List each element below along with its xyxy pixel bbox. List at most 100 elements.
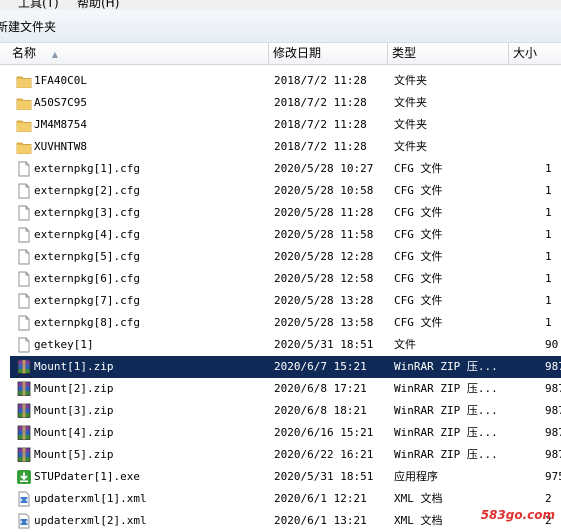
- file-type: CFG 文件: [394, 228, 443, 241]
- file-type: CFG 文件: [394, 294, 443, 307]
- file-type: XML 文档: [394, 514, 443, 527]
- file-type: 文件: [394, 338, 416, 351]
- file-row[interactable]: externpkg[6].cfg 2020/5/28 12:58 CFG 文件 1: [10, 268, 561, 290]
- file-name: externpkg[8].cfg: [34, 316, 140, 329]
- file-date: 2018/7/2 11:28: [274, 96, 367, 109]
- column-date-header[interactable]: 修改日期: [269, 43, 388, 64]
- file-type: WinRAR ZIP 压...: [394, 360, 498, 373]
- file-icon: [16, 293, 32, 309]
- column-name-header[interactable]: 名称 ▲: [8, 43, 269, 64]
- new-folder-button[interactable]: 新建文件夹: [0, 18, 56, 35]
- file-size: 987: [545, 426, 561, 439]
- file-type: CFG 文件: [394, 316, 443, 329]
- file-type: 文件夹: [394, 118, 427, 131]
- file-row[interactable]: 1FA40C0L 2018/7/2 11:28 文件夹: [10, 70, 561, 92]
- file-type: XML 文档: [394, 492, 443, 505]
- file-type: CFG 文件: [394, 250, 443, 263]
- menu-tools[interactable]: 工具(T): [18, 0, 59, 10]
- file-name: STUPdater[1].exe: [34, 470, 140, 483]
- file-size: 1: [545, 162, 552, 175]
- file-date: 2020/5/28 13:58: [274, 316, 374, 329]
- file-row[interactable]: updaterxml[1].xml 2020/6/1 12:21 XML 文档 2: [10, 488, 561, 510]
- file-name: JM4M8754: [34, 118, 87, 131]
- file-icon: [16, 205, 32, 221]
- file-size: 1: [545, 250, 552, 263]
- folder-icon: [16, 95, 32, 111]
- file-date: 2020/5/28 12:28: [274, 250, 374, 263]
- file-date: 2020/5/31 18:51: [274, 338, 374, 351]
- file-name: XUVHNTW8: [34, 140, 87, 153]
- winrar-icon: [16, 381, 32, 397]
- xml-icon: [16, 513, 32, 529]
- file-row[interactable]: externpkg[3].cfg 2020/5/28 11:28 CFG 文件 1: [10, 202, 561, 224]
- file-row[interactable]: XUVHNTW8 2018/7/2 11:28 文件夹: [10, 136, 561, 158]
- column-size-label: 大小: [513, 46, 538, 60]
- file-type: CFG 文件: [394, 272, 443, 285]
- column-type-label: 类型: [392, 46, 417, 60]
- file-size: 1: [545, 316, 552, 329]
- file-row[interactable]: Mount[5].zip 2020/6/22 16:21 WinRAR ZIP 压.…: [10, 444, 561, 466]
- file-name: getkey[1]: [34, 338, 94, 351]
- file-icon: [16, 161, 32, 177]
- file-size: 2: [545, 492, 552, 505]
- file-row[interactable]: Mount[2].zip 2020/6/8 17:21 WinRAR ZIP 压..…: [10, 378, 561, 400]
- file-name: A50S7C95: [34, 96, 87, 109]
- file-row[interactable]: getkey[1] 2020/5/31 18:51 文件 90: [10, 334, 561, 356]
- file-row[interactable]: Mount[1].zip 2020/6/7 15:21 WinRAR ZIP 压..…: [10, 356, 561, 378]
- folder-icon: [16, 139, 32, 155]
- file-date: 2020/6/16 15:21: [274, 426, 374, 439]
- file-row[interactable]: externpkg[5].cfg 2020/5/28 12:28 CFG 文件 1: [10, 246, 561, 268]
- file-row[interactable]: updaterxml[2].xml 2020/6/1 13:21 XML 文档 2: [10, 510, 561, 532]
- file-row[interactable]: Mount[3].zip 2020/6/8 18:21 WinRAR ZIP 压..…: [10, 400, 561, 422]
- file-date: 2020/6/22 16:21: [274, 448, 374, 461]
- menu-help[interactable]: 帮助(H): [77, 0, 119, 10]
- file-row[interactable]: A50S7C95 2018/7/2 11:28 文件夹: [10, 92, 561, 114]
- file-name: externpkg[7].cfg: [34, 294, 140, 307]
- file-row[interactable]: externpkg[1].cfg 2020/5/28 10:27 CFG 文件 1: [10, 158, 561, 180]
- file-size: 987: [545, 382, 561, 395]
- file-size: 1: [545, 228, 552, 241]
- file-date: 2020/6/1 13:21: [274, 514, 367, 527]
- file-type: CFG 文件: [394, 162, 443, 175]
- winrar-icon: [16, 359, 32, 375]
- folder-icon: [16, 117, 32, 133]
- file-date: 2020/6/7 15:21: [274, 360, 367, 373]
- file-icon: [16, 271, 32, 287]
- file-row[interactable]: Mount[4].zip 2020/6/16 15:21 WinRAR ZIP 压.…: [10, 422, 561, 444]
- file-name: 1FA40C0L: [34, 74, 87, 87]
- file-name: updaterxml[1].xml: [34, 492, 147, 505]
- file-name: Mount[2].zip: [34, 382, 114, 395]
- file-name: updaterxml[2].xml: [34, 514, 147, 527]
- file-date: 2020/5/28 12:58: [274, 272, 374, 285]
- file-name: Mount[4].zip: [34, 426, 114, 439]
- file-date: 2018/7/2 11:28: [274, 140, 367, 153]
- file-row[interactable]: externpkg[8].cfg 2020/5/28 13:58 CFG 文件 1: [10, 312, 561, 334]
- file-type: 文件夹: [394, 96, 427, 109]
- file-list: 1FA40C0L 2018/7/2 11:28 文件夹 A50S7C95 2018/7/…: [0, 65, 561, 532]
- file-date: 2020/5/28 11:28: [274, 206, 374, 219]
- file-row[interactable]: externpkg[4].cfg 2020/5/28 11:58 CFG 文件 1: [10, 224, 561, 246]
- file-icon: [16, 183, 32, 199]
- sort-ascending-icon: ▲: [51, 50, 58, 59]
- file-icon: [16, 337, 32, 353]
- menu-bar: 工具(T) 帮助(H): [0, 0, 561, 10]
- file-name: externpkg[5].cfg: [34, 250, 140, 263]
- winrar-icon: [16, 403, 32, 419]
- installer-icon: [16, 469, 32, 485]
- file-name: externpkg[3].cfg: [34, 206, 140, 219]
- winrar-icon: [16, 447, 32, 463]
- file-type: 文件夹: [394, 140, 427, 153]
- file-date: 2018/7/2 11:28: [274, 74, 367, 87]
- file-row[interactable]: JM4M8754 2018/7/2 11:28 文件夹: [10, 114, 561, 136]
- file-name: externpkg[4].cfg: [34, 228, 140, 241]
- column-type-header[interactable]: 类型: [388, 43, 509, 64]
- file-date: 2020/5/28 10:58: [274, 184, 374, 197]
- file-row[interactable]: externpkg[7].cfg 2020/5/28 13:28 CFG 文件 1: [10, 290, 561, 312]
- file-row[interactable]: externpkg[2].cfg 2020/5/28 10:58 CFG 文件 1: [10, 180, 561, 202]
- column-size-header[interactable]: 大小: [509, 43, 561, 64]
- file-type: WinRAR ZIP 压...: [394, 382, 498, 395]
- file-date: 2020/5/28 11:58: [274, 228, 374, 241]
- folder-icon: [16, 73, 32, 89]
- file-name: externpkg[6].cfg: [34, 272, 140, 285]
- file-row[interactable]: STUPdater[1].exe 2020/5/31 18:51 应用程序 975: [10, 466, 561, 488]
